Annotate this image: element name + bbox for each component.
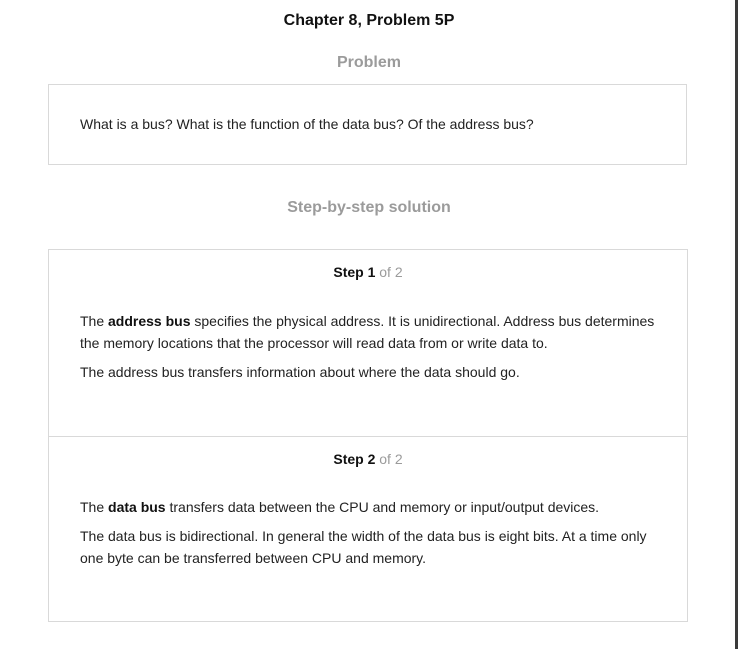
step-2-number: Step 2 [333,451,376,467]
step-1-p1-pre: The [80,313,109,329]
problem-heading: Problem [336,54,401,71]
step-1-label: Step 1 of 2 [49,264,687,280]
solution-heading: Step-by-step solution [287,199,451,216]
solution-steps: Step 1 of 2 The address bus specifies th… [48,249,688,622]
step-2-p1-pre: The [80,499,109,515]
problem-box: What is a bus? What is the function of t… [48,84,687,165]
step-2-p1-term: data bus [108,499,166,515]
step-2: Step 2 of 2 The data bus transfers data … [49,437,687,622]
step-1-body: The address bus specifies the physical a… [80,310,670,390]
step-1: Step 1 of 2 The address bus specifies th… [49,250,687,437]
step-1-number: Step 1 [333,264,376,280]
step-1-p1-term: address bus [108,313,191,329]
step-2-paragraph-1: The data bus transfers data between the … [80,496,670,518]
step-1-paragraph-2: The address bus transfers information ab… [80,364,520,380]
step-1-paragraph-1: The address bus specifies the physical a… [80,310,670,354]
chapter-title: Chapter 8, Problem 5P [283,12,455,29]
step-2-p1-post: transfers data between the CPU and memor… [165,499,600,515]
step-2-paragraph-2: The data bus is bidirectional. In genera… [80,528,647,566]
step-2-body: The data bus transfers data between the … [80,496,670,576]
step-2-total: of 2 [379,451,403,467]
step-1-total: of 2 [379,264,403,280]
problem-text: What is a bus? What is the function of t… [80,116,534,132]
step-2-label: Step 2 of 2 [49,451,687,467]
